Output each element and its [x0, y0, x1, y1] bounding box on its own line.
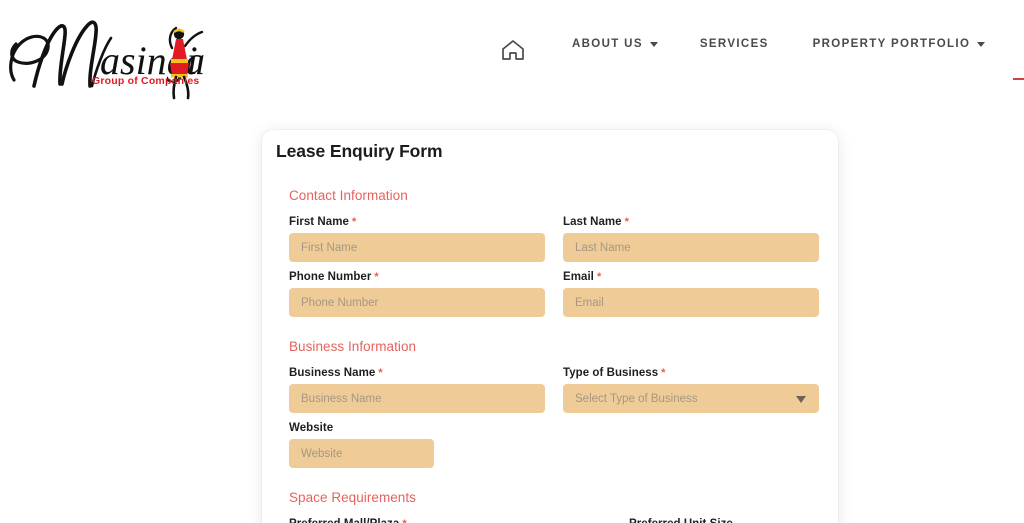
label-email: Email*	[563, 271, 819, 283]
website-input[interactable]	[289, 439, 434, 468]
main-navigation: ABOUT US SERVICES PROPERTY PORTFOLIO LEA…	[500, 30, 1024, 78]
nav-item-about-us[interactable]: ABOUT US	[572, 30, 658, 60]
label-text: Email	[563, 271, 594, 283]
form-row: Phone Number* Email*	[289, 271, 819, 317]
section-heading-contact-information: Contact Information	[289, 188, 819, 203]
field-group-first-name: First Name*	[289, 216, 545, 262]
field-group-preferred-unit-size: Preferred Unit Size	[629, 518, 819, 523]
required-asterisk: *	[597, 271, 601, 283]
chevron-down-icon	[977, 42, 985, 47]
required-asterisk: *	[402, 518, 406, 523]
field-group-preferred-mall-plaza: Preferred Mall/Plaza*	[289, 518, 599, 523]
label-text: Phone Number	[289, 271, 371, 283]
required-asterisk: *	[374, 271, 378, 283]
chevron-down-icon	[650, 42, 658, 47]
label-type-of-business: Type of Business*	[563, 367, 819, 379]
label-text: Type of Business	[563, 367, 658, 379]
type-of-business-select[interactable]	[563, 384, 819, 413]
form-row: Preferred Mall/Plaza* Preferred Unit Siz…	[289, 518, 819, 523]
label-text: Business Name	[289, 367, 375, 379]
label-text: Preferred Unit Size	[629, 518, 733, 523]
svg-text:Group of Companies: Group of Companies	[92, 75, 199, 87]
page-title: Lease Enquiry Form	[276, 141, 442, 162]
nav-item-home[interactable]	[500, 30, 526, 72]
active-tab-underline	[1013, 78, 1024, 81]
nav-item-label: PROPERTY PORTFOLIO	[813, 38, 971, 50]
section-heading-business-information: Business Information	[289, 339, 819, 354]
section-heading-space-requirements: Space Requirements	[289, 490, 819, 505]
business-name-input[interactable]	[289, 384, 545, 413]
phone-number-input[interactable]	[289, 288, 545, 317]
type-of-business-select-wrapper	[563, 384, 819, 413]
required-asterisk: *	[378, 367, 382, 379]
field-group-business-name: Business Name*	[289, 367, 545, 413]
label-website: Website	[289, 422, 434, 434]
lease-enquiry-form-card: Lease Enquiry Form Contact Information F…	[262, 130, 838, 523]
field-group-website: Website	[289, 422, 434, 468]
required-asterisk: *	[352, 216, 356, 228]
label-text: Last Name	[563, 216, 622, 228]
nav-item-services[interactable]: SERVICES	[700, 30, 769, 60]
label-text: First Name	[289, 216, 349, 228]
field-group-email: Email*	[563, 271, 819, 317]
page-root: asingi a	[0, 0, 1024, 523]
form-row: First Name* Last Name*	[289, 216, 819, 262]
spacer	[289, 326, 819, 339]
required-asterisk: *	[625, 216, 629, 228]
home-icon	[500, 38, 526, 62]
field-group-phone-number: Phone Number*	[289, 271, 545, 317]
label-text: Website	[289, 422, 333, 434]
nav-item-label: ABOUT US	[572, 38, 643, 50]
nav-item-label: SERVICES	[700, 38, 769, 50]
spacer	[289, 477, 819, 490]
field-group-last-name: Last Name*	[563, 216, 819, 262]
label-preferred-unit-size: Preferred Unit Size	[629, 518, 819, 523]
label-first-name: First Name*	[289, 216, 545, 228]
site-logo[interactable]: asingi a	[4, 8, 219, 100]
last-name-input[interactable]	[563, 233, 819, 262]
site-header: asingi a	[0, 0, 1024, 108]
label-text: Preferred Mall/Plaza	[289, 518, 399, 523]
form-row: Business Name* Type of Business*	[289, 367, 819, 413]
field-group-type-of-business: Type of Business*	[563, 367, 819, 413]
first-name-input[interactable]	[289, 233, 545, 262]
label-phone-number: Phone Number*	[289, 271, 545, 283]
logo-artwork: asingi a	[4, 8, 219, 100]
email-input[interactable]	[563, 288, 819, 317]
label-business-name: Business Name*	[289, 367, 545, 379]
label-last-name: Last Name*	[563, 216, 819, 228]
label-preferred-mall-plaza: Preferred Mall/Plaza*	[289, 518, 599, 523]
required-asterisk: *	[661, 367, 665, 379]
form-row: Website	[289, 422, 819, 468]
nav-item-property-portfolio[interactable]: PROPERTY PORTFOLIO	[813, 30, 986, 60]
form-body: Contact Information First Name* Last Nam…	[289, 188, 819, 523]
